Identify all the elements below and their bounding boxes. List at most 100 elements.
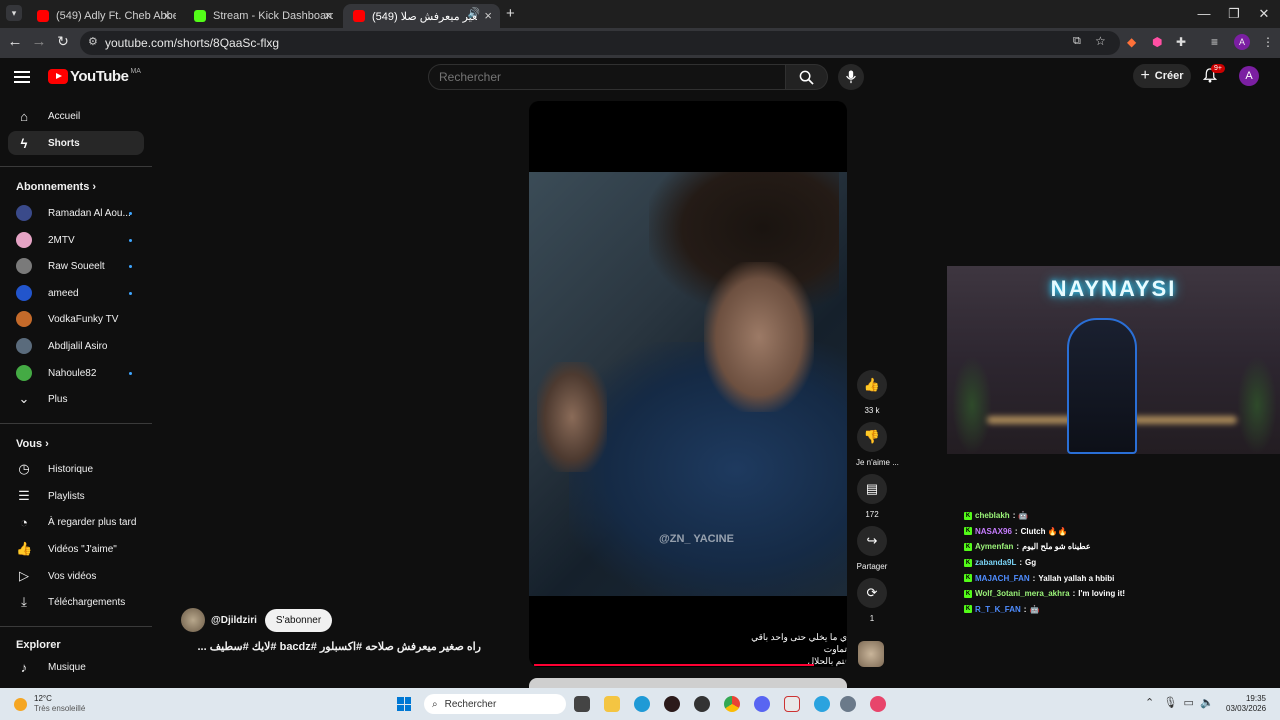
sidebar-item-label: Vidéos "J'aime"	[48, 543, 117, 555]
comments-button[interactable]: ▤ 172	[856, 474, 888, 519]
network-icon[interactable]: ▭	[1183, 697, 1193, 709]
telegram-icon[interactable]	[814, 696, 830, 712]
sidebar-item-liked-videos[interactable]: 👍 Vidéos "J'aime"	[8, 537, 144, 561]
sidebar-item-channel[interactable]: Raw Soueelt	[8, 254, 144, 278]
sidebar-item-channel[interactable]: Nahoule82	[8, 361, 144, 385]
browser-app-icon[interactable]	[870, 696, 886, 712]
restore-icon[interactable]: ❐	[1219, 6, 1249, 22]
shorts-player[interactable]: @ZN_ YACINE ي ما يخلي حتى واحد باقي تماو…	[529, 101, 847, 667]
sidebar-item-channel[interactable]: VodkaFunky TV	[8, 307, 144, 331]
sidebar-item-watch-later[interactable]: ◔ À regarder plus tard	[8, 510, 144, 534]
search-input[interactable]	[439, 70, 769, 84]
sidebar-item-channel[interactable]: ameed	[8, 281, 144, 305]
reload-icon[interactable]: ↻	[53, 33, 73, 50]
address-bar[interactable]: ⚙ youtube.com/shorts/8QaaSc-flxg ⧉ ☆	[80, 31, 1120, 55]
sidebar-item-downloads[interactable]: ⤓ Téléchargements	[8, 590, 144, 614]
microphone-tray-icon[interactable]: 🎙	[1163, 697, 1177, 709]
sidebar-item-more[interactable]: ⌄ Plus	[8, 387, 144, 411]
windows-start-icon[interactable]	[397, 697, 411, 711]
notifications-button[interactable]: 9+	[1202, 64, 1225, 88]
file-explorer-icon[interactable]	[604, 696, 620, 712]
system-clock[interactable]: 19:35 03/03/2026	[1226, 694, 1266, 714]
close-tab-icon[interactable]: ×	[163, 8, 171, 23]
tab-list-button[interactable]: ▾	[6, 5, 22, 21]
subscribe-button[interactable]: S'abonner	[264, 608, 333, 632]
extension-shield-icon[interactable]: ⬢	[1152, 35, 1162, 49]
browser-menu-icon[interactable]: ⋮	[1262, 35, 1274, 49]
close-tab-icon[interactable]: ×	[484, 8, 492, 23]
chevron-up-icon[interactable]: ⌃	[1145, 697, 1154, 709]
sidebar-item-shorts[interactable]: ϟ Shorts	[8, 131, 144, 155]
sidebar-item-history[interactable]: ◷ Historique	[8, 457, 144, 481]
tab-1[interactable]: (549) Adly Ft. Cheb Abbes - Ro ×	[27, 4, 179, 28]
sidebar-item-playlists[interactable]: ☰ Playlists	[8, 484, 144, 508]
search-button[interactable]	[786, 64, 828, 90]
create-button[interactable]: + Créer	[1133, 64, 1191, 88]
bookmark-star-icon[interactable]: ☆	[1095, 34, 1106, 48]
tab-2[interactable]: Stream - Kick Dashboard ×	[184, 4, 340, 28]
extensions-puzzle-icon[interactable]: ✚	[1176, 35, 1186, 49]
close-window-icon[interactable]: ✕	[1249, 6, 1279, 22]
like-button[interactable]: 👍 33 k	[856, 370, 888, 415]
tab-title: (549) راه صغير ميعرفش صلا	[372, 10, 477, 23]
clock-date: 03/03/2026	[1226, 704, 1267, 713]
minimize-icon[interactable]: —	[1189, 6, 1219, 21]
guide-menu-icon[interactable]	[14, 68, 30, 86]
settings-gear-icon[interactable]	[840, 696, 856, 712]
volume-icon[interactable]: 🔈	[1200, 697, 1214, 709]
music-icon: ♪	[20, 659, 28, 675]
forward-icon[interactable]: →	[29, 33, 49, 50]
youtube-logo[interactable]: YouTube MA	[48, 68, 141, 85]
channel-name: 2MTV	[48, 234, 75, 246]
chat-username: R_T_K_FAN	[975, 604, 1021, 614]
sidebar-item-channel[interactable]: 2MTV	[8, 228, 144, 252]
channel-handle[interactable]: @Djildziri	[211, 615, 257, 626]
sidebar-item-music[interactable]: ♪ Musique	[8, 655, 144, 679]
subscriptions-heading[interactable]: Abonnements ›	[16, 181, 96, 193]
chat-text: 🤖	[1018, 511, 1029, 521]
short-title[interactable]: راه صغير ميعرفش صلاحه #اكسبلور #bacdz #ل…	[181, 640, 481, 653]
extension-fox-icon[interactable]: ◆	[1127, 35, 1136, 49]
chat-text: 🤖	[1029, 604, 1040, 614]
discord-icon[interactable]	[754, 696, 770, 712]
edge-icon[interactable]	[634, 696, 650, 712]
install-app-icon[interactable]: ⧉	[1073, 35, 1081, 48]
media-control-icon[interactable]: ≡	[1211, 35, 1218, 49]
share-button[interactable]: ↪ Partager	[856, 526, 888, 571]
new-content-dot	[129, 372, 132, 375]
account-avatar[interactable]: A	[1239, 66, 1259, 86]
playback-progress-bar[interactable]	[534, 664, 814, 666]
logo-text: YouTube	[70, 68, 129, 85]
chrome-icon[interactable]	[724, 696, 740, 712]
capture-tool-icon[interactable]	[784, 696, 800, 712]
chat-username: zabanda9L	[975, 558, 1017, 568]
new-tab-button[interactable]: +	[506, 5, 515, 22]
sidebar-item-channel[interactable]: Abdljalil Asiro	[8, 334, 144, 358]
sound-thumbnail[interactable]	[858, 641, 884, 667]
weather-widget[interactable]: 12°C Très ensoleillé	[14, 694, 85, 714]
microphone-icon	[846, 70, 856, 84]
tab-3-active[interactable]: (549) راه صغير ميعرفش صلا 🔊 ×	[343, 4, 500, 28]
search-box[interactable]	[428, 64, 786, 90]
profile-avatar[interactable]: A	[1234, 34, 1250, 50]
chat-username: Wolf_3otani_mera_akhra	[975, 589, 1070, 599]
remix-button[interactable]: ⟳ 1	[856, 578, 888, 623]
channel-avatar[interactable]	[181, 608, 205, 632]
media-app-icon[interactable]	[664, 696, 680, 712]
next-short-thumbnail[interactable]	[529, 678, 847, 688]
close-tab-icon[interactable]: ×	[324, 8, 332, 23]
audio-playing-icon[interactable]: 🔊	[468, 8, 480, 19]
sidebar-item-your-videos[interactable]: ▷ Vos vidéos	[8, 564, 144, 588]
voice-search-button[interactable]	[838, 64, 864, 90]
you-heading[interactable]: Vous ›	[16, 438, 49, 450]
sidebar-item-home[interactable]: ⌂ Accueil	[8, 104, 144, 128]
taskbar-search[interactable]: ⌕ Rechercher	[424, 694, 566, 714]
site-info-icon[interactable]: ⚙	[88, 35, 98, 48]
sidebar-item-channel[interactable]: Ramadan Al Aou...	[8, 201, 144, 225]
home-icon: ⌂	[20, 108, 28, 124]
back-icon[interactable]: ←	[5, 33, 25, 50]
obs-icon[interactable]	[694, 696, 710, 712]
system-tray[interactable]: ⌃ 🎙 ▭ 🔈	[1145, 696, 1214, 709]
dislike-button[interactable]: 👎 Je n'aime ...	[856, 422, 899, 467]
task-view-icon[interactable]	[574, 696, 590, 712]
